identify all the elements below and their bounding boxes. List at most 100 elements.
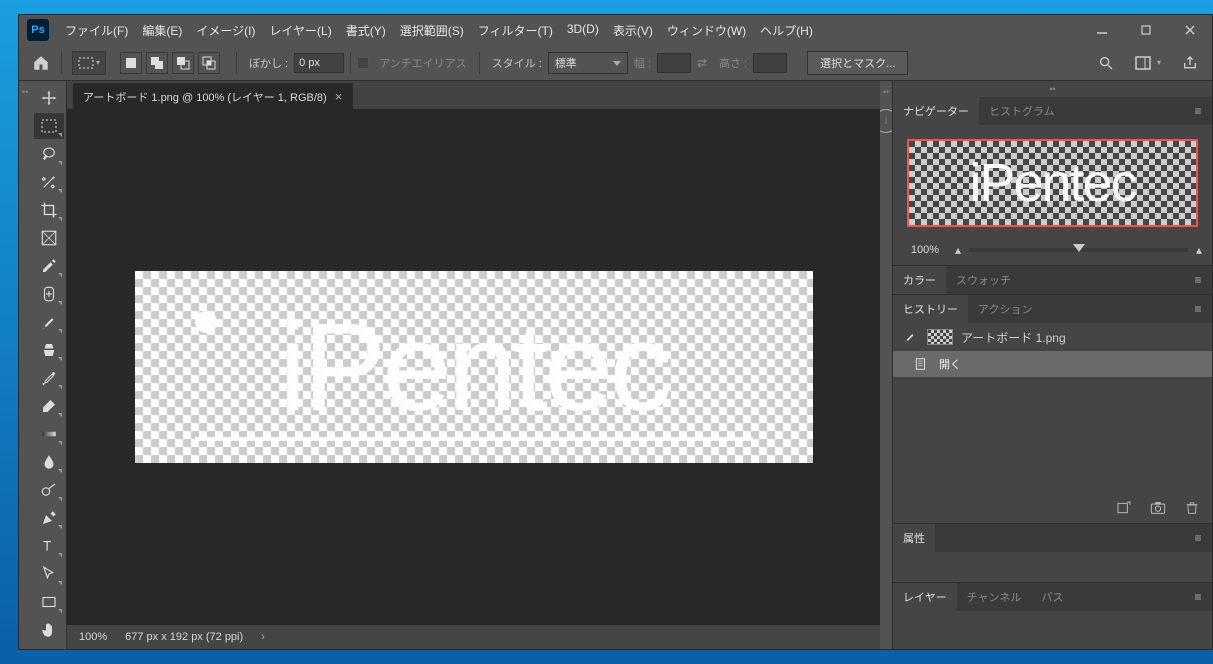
blur-tool[interactable]: [34, 449, 64, 475]
brush-tool[interactable]: [34, 309, 64, 335]
selection-add[interactable]: [146, 52, 168, 74]
magic-wand-tool[interactable]: [34, 169, 64, 195]
zoom-in-icon[interactable]: ▴: [1196, 243, 1202, 257]
dock-grip[interactable]: ••: [893, 81, 1212, 97]
right-dock-handle[interactable]: •• i: [880, 81, 892, 649]
type-tool[interactable]: T: [34, 533, 64, 559]
menu-help[interactable]: ヘルプ(H): [754, 18, 819, 43]
tab-actions[interactable]: アクション: [968, 295, 1042, 323]
tab-paths[interactable]: パス: [1031, 583, 1073, 611]
delete-icon[interactable]: [1182, 498, 1202, 518]
close-tab-icon[interactable]: ×: [335, 89, 343, 104]
canvas-viewport[interactable]: iPentec: [67, 109, 880, 625]
frame-tool[interactable]: [34, 225, 64, 251]
layers-menu-icon[interactable]: ≡: [1184, 590, 1212, 604]
tab-channels[interactable]: チャンネル: [957, 583, 1032, 611]
options-bar: ▾ ぼかし : アンチエイリアス スタイル : 標準 幅 : ⇄ 高さ : 選択…: [19, 45, 1212, 81]
menu-image[interactable]: イメージ(I): [190, 18, 261, 43]
create-document-icon[interactable]: [1114, 498, 1134, 518]
properties-menu-icon[interactable]: ≡: [1184, 531, 1212, 545]
app-logo: Ps: [27, 19, 49, 41]
snapshot-icon[interactable]: [1148, 498, 1168, 518]
status-bar: 100% 677 px x 192 px (72 ppi) ›: [67, 625, 880, 649]
tool-preset-dropdown[interactable]: ▾: [72, 51, 106, 75]
close-button[interactable]: [1168, 16, 1212, 44]
style-label: スタイル :: [492, 55, 542, 71]
menu-3d[interactable]: 3D(D): [561, 18, 605, 43]
pen-tool[interactable]: [34, 505, 64, 531]
tab-properties[interactable]: 属性: [893, 524, 935, 552]
history-menu-icon[interactable]: ≡: [1184, 302, 1212, 316]
height-input: [753, 53, 787, 73]
navigator-thumbnail[interactable]: iPentec: [907, 139, 1198, 227]
home-icon[interactable]: [27, 49, 55, 77]
select-and-mask-button[interactable]: 選択とマスク...: [807, 51, 908, 75]
color-menu-icon[interactable]: ≡: [1184, 273, 1212, 287]
hand-tool[interactable]: [34, 617, 64, 643]
menu-filter[interactable]: フィルター(T): [472, 18, 559, 43]
history-step-open[interactable]: 開く: [893, 351, 1212, 377]
menu-view[interactable]: 表示(V): [607, 18, 659, 43]
status-chevron-icon[interactable]: ›: [261, 631, 265, 643]
tab-layers[interactable]: レイヤー: [893, 583, 957, 611]
crop-tool[interactable]: [34, 197, 64, 223]
move-tool[interactable]: [34, 85, 64, 111]
menu-type[interactable]: 書式(Y): [340, 18, 392, 43]
menu-select[interactable]: 選択範囲(S): [394, 18, 470, 43]
selection-new[interactable]: [120, 52, 142, 74]
style-dropdown[interactable]: 標準: [548, 52, 628, 74]
healing-brush-tool[interactable]: [34, 281, 64, 307]
main-menu: ファイル(F) 編集(E) イメージ(I) レイヤー(L) 書式(Y) 選択範囲…: [59, 18, 819, 43]
lasso-tool[interactable]: [34, 141, 64, 167]
tab-histogram[interactable]: ヒストグラム: [979, 97, 1065, 125]
layers-tabset: レイヤー チャンネル パス ≡: [893, 583, 1212, 611]
left-dock-handle[interactable]: ••: [19, 81, 31, 649]
history-bottom-bar: [893, 493, 1212, 523]
status-zoom[interactable]: 100%: [79, 631, 107, 643]
titlebar: Ps ファイル(F) 編集(E) イメージ(I) レイヤー(L) 書式(Y) 選…: [19, 15, 1212, 45]
dodge-tool[interactable]: [34, 477, 64, 503]
menu-file[interactable]: ファイル(F): [59, 18, 134, 43]
history-brush-tool[interactable]: [34, 365, 64, 391]
menu-layer[interactable]: レイヤー(L): [263, 18, 337, 43]
navigator-zoom-value[interactable]: 100%: [903, 244, 947, 256]
document-column: アートボード 1.png @ 100% (レイヤー 1, RGB/8) × iP…: [67, 81, 880, 649]
clone-stamp-tool[interactable]: [34, 337, 64, 363]
eraser-tool[interactable]: [34, 393, 64, 419]
eyedropper-tool[interactable]: [34, 253, 64, 279]
workspace-dropdown[interactable]: ▾: [1134, 49, 1162, 77]
path-selection-tool[interactable]: [34, 561, 64, 587]
document-tab[interactable]: アートボード 1.png @ 100% (レイヤー 1, RGB/8) ×: [73, 83, 353, 109]
document-tab-row: アートボード 1.png @ 100% (レイヤー 1, RGB/8) ×: [67, 81, 880, 109]
app-window: Ps ファイル(F) 編集(E) イメージ(I) レイヤー(L) 書式(Y) 選…: [18, 14, 1213, 650]
history-tabset: ヒストリー アクション ≡: [893, 295, 1212, 323]
search-icon[interactable]: [1092, 49, 1120, 77]
tab-history[interactable]: ヒストリー: [893, 295, 968, 323]
canvas-logo-text: iPentec: [135, 271, 813, 463]
history-source-row[interactable]: アートボード 1.png: [893, 323, 1212, 351]
marquee-tool[interactable]: [34, 113, 64, 139]
tab-color[interactable]: カラー: [893, 266, 946, 294]
selection-subtract[interactable]: [172, 52, 194, 74]
zoom-slider-knob[interactable]: [1073, 244, 1085, 252]
shape-tool[interactable]: [34, 589, 64, 615]
style-value: 標準: [555, 55, 577, 71]
menu-window[interactable]: ウィンドウ(W): [661, 18, 752, 43]
status-dimensions: 677 px x 192 px (72 ppi): [125, 631, 243, 643]
antialias-label: アンチエイリアス: [379, 55, 467, 71]
zoom-slider[interactable]: [969, 248, 1188, 252]
menu-edit[interactable]: 編集(E): [136, 18, 188, 43]
feather-label: ぼかし :: [249, 55, 288, 71]
tab-swatch[interactable]: スウォッチ: [946, 266, 1021, 294]
zoom-out-icon[interactable]: ▴: [955, 243, 961, 257]
gradient-tool[interactable]: [34, 421, 64, 447]
tab-navigator[interactable]: ナビゲーター: [893, 97, 979, 125]
maximize-button[interactable]: [1124, 16, 1168, 44]
share-icon[interactable]: [1176, 49, 1204, 77]
navigator-menu-icon[interactable]: ≡: [1184, 104, 1212, 118]
selection-intersect[interactable]: [198, 52, 220, 74]
canvas-logo-underline: [195, 437, 753, 441]
color-tabset: カラー スウォッチ ≡: [893, 266, 1212, 294]
minimize-button[interactable]: [1080, 16, 1124, 44]
feather-input[interactable]: [294, 53, 344, 73]
